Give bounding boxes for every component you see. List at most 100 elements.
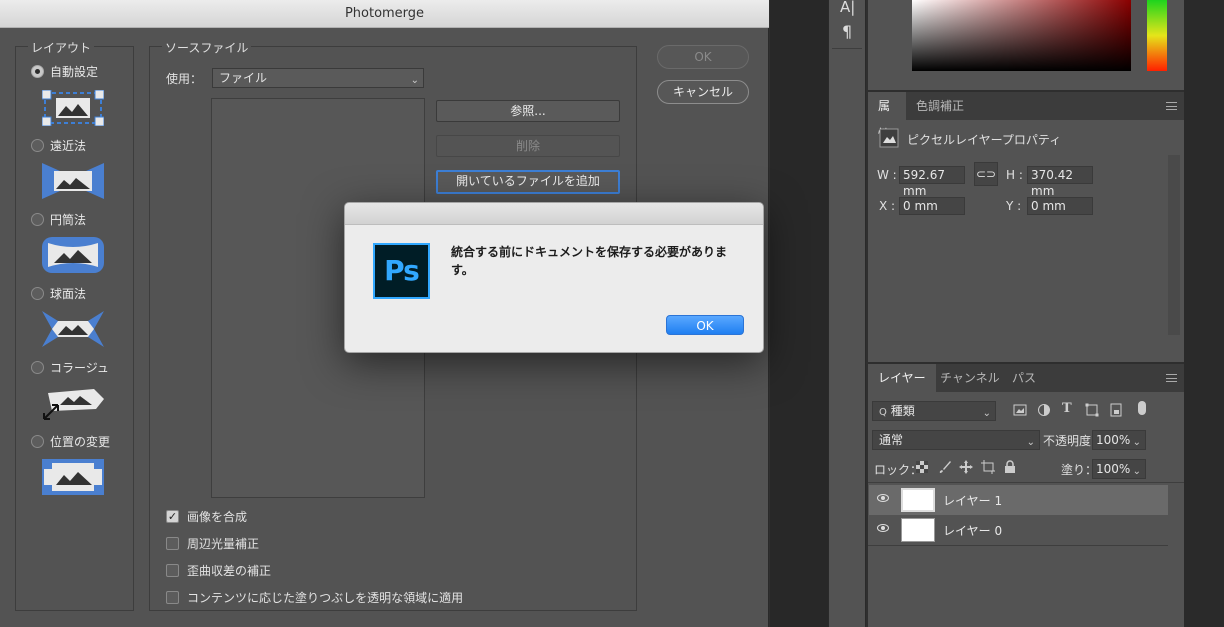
layout-option-cylindrical[interactable]: 円筒法 (31, 211, 86, 227)
cancel-button[interactable]: キャンセル (657, 80, 749, 104)
pixel-layer-icon (879, 128, 899, 148)
perspective-layout-icon[interactable] (42, 163, 104, 199)
radio-auto[interactable] (31, 64, 44, 78)
opacity-value: 100% (1096, 433, 1131, 447)
ok-button[interactable]: OK (657, 45, 749, 69)
link-icon[interactable]: ⊂⊃ (974, 162, 998, 186)
use-label: 使用： (166, 72, 203, 86)
layer-thumbnail (901, 518, 935, 542)
blend-mode-dropdown[interactable]: 通常 ⌄ (872, 430, 1040, 450)
alert-ok-button[interactable]: OK (666, 315, 744, 335)
radio-collage[interactable] (31, 360, 44, 374)
properties-subtitle: ピクセルレイヤープロパティ (907, 133, 1062, 147)
color-hue-slider[interactable] (1147, 0, 1167, 71)
chevron-down-icon: ⌄ (1132, 437, 1141, 448)
blend-mode-value: 通常 (879, 433, 904, 447)
opacity-field[interactable]: 100% ⌄ (1092, 430, 1146, 450)
layout-option-perspective[interactable]: 遠近法 (31, 137, 86, 153)
layer-name[interactable]: レイヤー 0 (943, 522, 1002, 539)
checkbox-content-aware-box[interactable] (166, 590, 179, 604)
browse-button[interactable]: 参照... (436, 100, 620, 122)
search-icon: Q (879, 407, 887, 418)
lock-brush-icon[interactable] (938, 460, 952, 474)
properties-scrollbar[interactable] (1168, 155, 1180, 335)
x-field[interactable]: 0 mm (899, 197, 965, 215)
tab-properties[interactable]: 属性 (868, 92, 906, 141)
layer-filter-dropdown[interactable]: Q 種類 ⌄ (872, 401, 996, 421)
layer-row[interactable]: レイヤー 1 (869, 485, 1168, 515)
tab-channels[interactable]: チャンネル (930, 364, 1010, 392)
right-dock-edge (1184, 0, 1224, 627)
collage-layout-icon[interactable] (42, 385, 104, 421)
layout-option-reposition[interactable]: 位置の変更 (31, 433, 110, 449)
lock-all-icon[interactable] (1004, 460, 1016, 474)
fill-field[interactable]: 100% ⌄ (1092, 459, 1146, 479)
fill-value: 100% (1096, 462, 1131, 476)
reposition-layout-icon[interactable] (42, 459, 104, 495)
add-open-files-button[interactable]: 開いているファイルを追加 (436, 170, 620, 194)
use-dropdown[interactable]: ファイル ⌄ (212, 68, 424, 88)
radio-cylindrical[interactable] (31, 212, 44, 226)
radio-spherical[interactable] (31, 286, 44, 300)
workspace-gap (770, 0, 828, 627)
checkbox-blend-images[interactable]: ✓ 画像を合成 (166, 508, 247, 524)
auto-layout-icon[interactable] (42, 90, 104, 126)
filter-smartobject-icon[interactable] (1109, 403, 1123, 417)
panel-menu-icon[interactable] (1166, 102, 1177, 110)
color-field[interactable] (912, 0, 1131, 71)
filter-pixel-icon[interactable] (1013, 403, 1027, 417)
checkbox-vignette-removal[interactable]: 周辺光量補正 (166, 535, 259, 551)
width-field[interactable]: 592.67 mm (899, 166, 965, 198)
layout-group-title: レイアウト (28, 39, 95, 56)
tab-paths[interactable]: パス (1002, 364, 1046, 392)
character-panel-icon[interactable]: A| (840, 0, 855, 16)
layout-option-collage[interactable]: コラージュ (31, 359, 109, 375)
tab-layers[interactable]: レイヤー (868, 364, 936, 392)
checkbox-distortion-box[interactable] (166, 563, 179, 577)
radio-perspective[interactable] (31, 138, 44, 152)
tool-strip (828, 0, 866, 627)
filter-adjustment-icon[interactable] (1037, 403, 1051, 417)
radio-reposition[interactable] (31, 434, 44, 448)
use-dropdown-value: ファイル (219, 71, 268, 85)
height-field[interactable]: 370.42 mm (1027, 166, 1093, 198)
chevron-down-icon: ⌄ (410, 75, 419, 86)
cylindrical-layout-icon[interactable] (42, 237, 104, 273)
filter-toggle-icon[interactable] (1138, 401, 1146, 415)
y-field[interactable]: 0 mm (1027, 197, 1093, 215)
width-label: W : (877, 168, 897, 182)
visibility-eye-icon[interactable] (877, 494, 889, 502)
layout-option-spherical[interactable]: 球面法 (31, 285, 86, 301)
checkbox-label: 歪曲収差の補正 (187, 563, 272, 578)
checkbox-content-aware-fill[interactable]: コンテンツに応じた塗りつぶしを透明な領域に適用 (166, 589, 463, 605)
lock-transparent-icon[interactable] (916, 461, 928, 473)
lock-label: ロック： (874, 463, 923, 477)
layer-name[interactable]: レイヤー 1 (943, 492, 1002, 509)
layout-option-label: 自動設定 (50, 64, 99, 79)
layout-option-label: 遠近法 (50, 138, 87, 153)
lock-artboard-icon[interactable] (981, 460, 995, 474)
alert-titlebar (345, 203, 763, 225)
paragraph-panel-icon[interactable]: ¶ (842, 22, 852, 41)
photoshop-logo-icon: Ps (373, 243, 430, 299)
chevron-down-icon: ⌄ (982, 408, 991, 419)
layers-list-divider (868, 545, 1168, 546)
checkbox-distortion-correction[interactable]: 歪曲収差の補正 (166, 562, 271, 578)
layer-filter-value: 種類 (890, 404, 915, 418)
checkbox-blend-images-box[interactable]: ✓ (166, 509, 179, 523)
layout-option-auto[interactable]: 自動設定 (31, 63, 98, 79)
lock-move-icon[interactable] (959, 460, 973, 474)
delete-button[interactable]: 削除 (436, 135, 620, 157)
layers-tabbar: レイヤー チャンネル パス (868, 364, 1184, 392)
tab-adjustments[interactable]: 色調補正 (906, 92, 974, 120)
layer-row[interactable]: レイヤー 0 (869, 515, 1168, 545)
spherical-layout-icon[interactable] (42, 311, 104, 347)
panel-menu-icon[interactable] (1166, 374, 1177, 382)
filter-shape-icon[interactable] (1085, 403, 1099, 417)
y-label: Y : (1006, 199, 1022, 213)
chevron-down-icon: ⌄ (1026, 437, 1035, 448)
checkbox-vignette-box[interactable] (166, 536, 179, 550)
visibility-eye-icon[interactable] (877, 524, 889, 532)
checkbox-label: 周辺光量補正 (187, 536, 260, 551)
filter-type-icon[interactable]: T (1062, 401, 1072, 416)
